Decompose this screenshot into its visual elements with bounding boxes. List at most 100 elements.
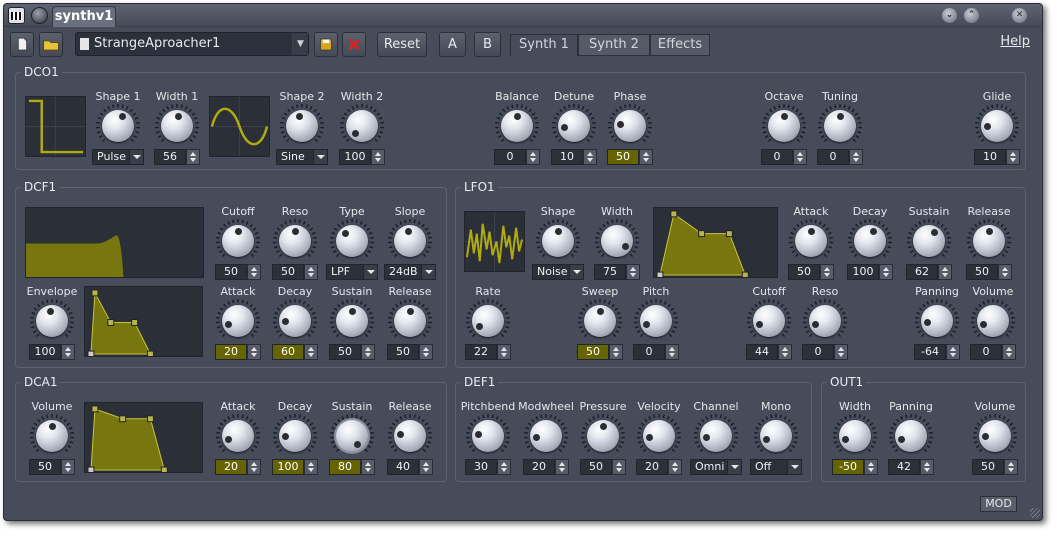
new-file-button[interactable]: [10, 32, 34, 57]
chevron-down-icon[interactable]: [569, 265, 583, 279]
spin-arrows-icon[interactable]: [497, 459, 511, 475]
dca1-decay-value[interactable]: 100: [272, 459, 304, 475]
def1-modwheel-spinbox[interactable]: 20: [523, 459, 569, 475]
chevron-down-icon[interactable]: [363, 265, 377, 279]
dca1-attack-value[interactable]: 20: [215, 459, 247, 475]
spin-arrows-icon[interactable]: [361, 459, 375, 475]
lfo1-decay-value[interactable]: 100: [847, 264, 879, 280]
def1-velocity-spinbox[interactable]: 20: [636, 459, 682, 475]
minimize-icon[interactable]: ⌄: [942, 8, 957, 23]
def1-modwheel-knob[interactable]: [523, 413, 569, 459]
dcf1-reso-knob[interactable]: [272, 218, 318, 264]
def1-modwheel-value[interactable]: 20: [523, 459, 555, 475]
dco1-balance-knob[interactable]: [494, 103, 540, 149]
spin-arrows-icon[interactable]: [778, 344, 792, 360]
dca1-volume-value[interactable]: 50: [29, 459, 61, 475]
spin-arrows-icon[interactable]: [61, 459, 75, 475]
spin-arrows-icon[interactable]: [419, 344, 433, 360]
lfo1-sustain-spinbox[interactable]: 62: [906, 264, 952, 280]
lfo1-reso-spinbox[interactable]: 0: [802, 344, 848, 360]
def1-pressure-knob[interactable]: [580, 413, 626, 459]
lfo1-pitch-knob[interactable]: [633, 298, 679, 344]
dco1-phase-knob[interactable]: [607, 103, 653, 149]
dca1-volume-knob[interactable]: [29, 413, 75, 459]
tab-effects[interactable]: Effects: [650, 34, 710, 56]
out1-panning-value[interactable]: 42: [888, 459, 920, 475]
spin-arrows-icon[interactable]: [497, 344, 511, 360]
out1-volume-knob[interactable]: [972, 413, 1018, 459]
lfo1-release-value[interactable]: 50: [966, 264, 998, 280]
spin-arrows-icon[interactable]: [526, 149, 540, 165]
lfo1-attack-value[interactable]: 50: [788, 264, 820, 280]
spin-arrows-icon[interactable]: [998, 264, 1012, 280]
def1-mono-knob[interactable]: [753, 413, 799, 459]
spin-arrows-icon[interactable]: [419, 459, 433, 475]
lfo1-rate-value[interactable]: 22: [465, 344, 497, 360]
def1-velocity-value[interactable]: 20: [636, 459, 668, 475]
spin-arrows-icon[interactable]: [583, 149, 597, 165]
chevron-down-icon[interactable]: ▼: [292, 33, 308, 55]
lfo1-attack-knob[interactable]: [788, 218, 834, 264]
dcf1-envelope-value[interactable]: 100: [29, 344, 61, 360]
dcf1-reso-value[interactable]: 50: [272, 264, 304, 280]
dca1-attack-spinbox[interactable]: 20: [215, 459, 261, 475]
tab-synth-2[interactable]: Synth 2: [578, 34, 650, 56]
dco1-phase-value[interactable]: 50: [607, 149, 639, 165]
dcf1-cutoff-value[interactable]: 50: [215, 264, 247, 280]
dcf1-sustain-knob[interactable]: [329, 298, 375, 344]
spin-arrows-icon[interactable]: [609, 344, 623, 360]
close-icon[interactable]: ✕: [1012, 8, 1027, 23]
dco1-octave-knob[interactable]: [761, 103, 807, 149]
dco1-balance-value[interactable]: 0: [494, 149, 526, 165]
spin-arrows-icon[interactable]: [361, 344, 375, 360]
dco1-shape1-knob[interactable]: [95, 103, 141, 149]
lfo1-reso-knob[interactable]: [802, 298, 848, 344]
dca1-decay-knob[interactable]: [272, 413, 318, 459]
spin-arrows-icon[interactable]: [304, 264, 318, 280]
lfo1-sustain-knob[interactable]: [906, 218, 952, 264]
dco1-shape2-knob[interactable]: [279, 103, 325, 149]
dcf1-cutoff-spinbox[interactable]: 50: [215, 264, 261, 280]
dca1-release-knob[interactable]: [387, 413, 433, 459]
dco1-detune-spinbox[interactable]: 10: [551, 149, 597, 165]
def1-channel-combo[interactable]: Omni: [690, 459, 742, 475]
lfo1-sweep-knob[interactable]: [577, 298, 623, 344]
dco1-width2-value[interactable]: 100: [339, 149, 371, 165]
window-menu-icon[interactable]: [31, 7, 48, 24]
dcf1-slope-combo[interactable]: 24dB: [384, 264, 436, 280]
dcf1-attack-value[interactable]: 20: [215, 344, 247, 360]
resize-grip-icon[interactable]: [1030, 508, 1040, 518]
def1-pitchbend-value[interactable]: 30: [465, 459, 497, 475]
tab-synth-1[interactable]: Synth 1: [510, 34, 578, 56]
dca1-volume-spinbox[interactable]: 50: [29, 459, 75, 475]
def1-mono-combo[interactable]: Off: [750, 459, 802, 475]
dcf1-release-spinbox[interactable]: 50: [387, 344, 433, 360]
dcf1-release-knob[interactable]: [387, 298, 433, 344]
spin-arrows-icon[interactable]: [304, 344, 318, 360]
spin-arrows-icon[interactable]: [1006, 149, 1020, 165]
out1-volume-value[interactable]: 50: [972, 459, 1004, 475]
lfo1-release-knob[interactable]: [966, 218, 1012, 264]
chevron-down-icon[interactable]: [787, 460, 801, 474]
spin-arrows-icon[interactable]: [247, 459, 261, 475]
dcf1-cutoff-knob[interactable]: [215, 218, 261, 264]
lfo1-sweep-value[interactable]: 50: [577, 344, 609, 360]
def1-pitchbend-knob[interactable]: [465, 413, 511, 459]
spin-arrows-icon[interactable]: [668, 459, 682, 475]
dco1-octave-spinbox[interactable]: 0: [761, 149, 807, 165]
dcf1-type-combo[interactable]: LPF: [326, 264, 378, 280]
dco1-shape1-combo[interactable]: Pulse: [92, 149, 144, 165]
spin-arrows-icon[interactable]: [612, 459, 626, 475]
spin-arrows-icon[interactable]: [555, 459, 569, 475]
dco1-balance-spinbox[interactable]: 0: [494, 149, 540, 165]
spin-arrows-icon[interactable]: [834, 344, 848, 360]
dco1-width1-knob[interactable]: [154, 103, 200, 149]
out1-width-value[interactable]: -50: [832, 459, 864, 475]
def1-pressure-value[interactable]: 50: [580, 459, 612, 475]
dcf1-slope-knob[interactable]: [387, 218, 433, 264]
dcf1-release-value[interactable]: 50: [387, 344, 419, 360]
chevron-down-icon[interactable]: [727, 460, 741, 474]
spin-arrows-icon[interactable]: [920, 459, 934, 475]
spin-arrows-icon[interactable]: [247, 264, 261, 280]
dcf1-decay-spinbox[interactable]: 60: [272, 344, 318, 360]
